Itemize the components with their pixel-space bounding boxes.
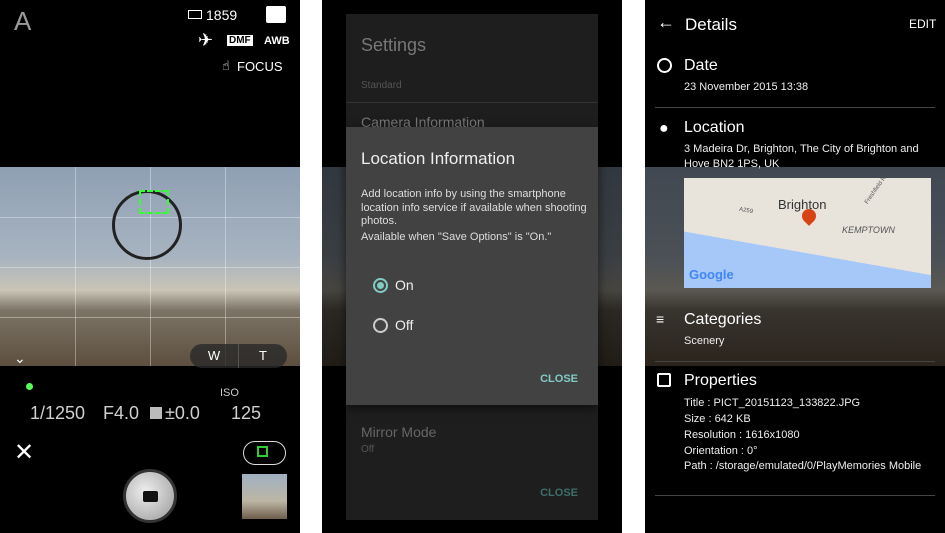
location-dialog-body: Add location info by using the smartphon… (361, 188, 587, 227)
status-dot (26, 383, 33, 390)
exposure-value[interactable]: ±0.0 (165, 403, 200, 424)
camera-screen: A 1859 ✈ DMF AWB ☝ FOCUS ⌄ W T ISO 1/125… (0, 0, 300, 533)
touch-focus-label[interactable]: FOCUS (237, 59, 283, 74)
map-city-label: Brighton (778, 197, 827, 212)
back-arrow-icon[interactable]: ← (657, 12, 675, 33)
chevron-down-icon[interactable]: ⌄ (14, 350, 26, 367)
property-orientation: Orientation : 0° (684, 445, 758, 457)
focus-cancel-button[interactable] (243, 441, 286, 465)
zoom-control[interactable]: W T (190, 344, 287, 368)
google-logo: Google (689, 267, 734, 282)
frame-x-icon (257, 446, 268, 457)
date-title: Date (684, 57, 718, 74)
property-path: Path : /storage/emulated/0/PlayMemories … (684, 460, 922, 472)
mode-indicator: A (14, 6, 32, 36)
location-pin-icon: ● (659, 120, 669, 137)
properties-title: Properties (684, 372, 757, 389)
last-photo-thumbnail[interactable] (242, 474, 287, 519)
memory-card-icon (188, 10, 202, 19)
location-map[interactable]: Brighton KEMPTOWN A259 Freshfield Rd Goo… (684, 178, 931, 288)
categories-value: Scenery (684, 335, 725, 347)
properties-info-icon (657, 373, 671, 387)
categories-icon: ≡ (656, 311, 665, 327)
categories-title: Categories (684, 311, 762, 328)
touch-icon: ☝ (222, 58, 230, 73)
radio-off[interactable] (373, 318, 388, 333)
shots-remaining: 1859 (206, 7, 238, 23)
iso-label: ISO (220, 387, 239, 399)
exposure-icon (150, 407, 162, 419)
property-resolution: Resolution : 1616x1080 (684, 429, 800, 441)
shutter-speed[interactable]: 1/1250 (30, 403, 85, 424)
location-dialog: Location Information Add location info b… (346, 127, 598, 405)
edit-button[interactable]: EDIT (909, 17, 936, 31)
awb-indicator: AWB (264, 35, 290, 47)
mirror-mode-value: Off (361, 444, 375, 455)
gps-satellite-icon: ✈ (198, 30, 214, 50)
clock-icon (657, 58, 672, 73)
details-title: Details (685, 15, 737, 34)
location-dialog-title: Location Information (361, 149, 516, 168)
map-road-label: A259 (738, 206, 754, 216)
radio-on[interactable] (373, 278, 388, 293)
battery-icon (266, 6, 286, 23)
details-screen: ← Details EDIT Date 23 November 2015 13:… (645, 0, 945, 533)
settings-close-button[interactable]: CLOSE (540, 487, 578, 499)
option-off-label[interactable]: Off (395, 317, 413, 333)
properties-list: Title : PICT_20151123_133822.JPG Size : … (684, 395, 924, 473)
map-district-label: KEMPTOWN (842, 225, 895, 235)
focus-frame (139, 190, 169, 214)
location-title: Location (684, 119, 745, 136)
aperture[interactable]: F4.0 (103, 403, 139, 424)
camera-icon (143, 491, 158, 502)
settings-item-value: Standard (361, 80, 402, 91)
location-value: 3 Madeira Dr, Brighton, The City of Brig… (684, 143, 919, 170)
settings-item-mirror-mode[interactable]: Mirror Mode (361, 424, 436, 440)
shutter-button[interactable] (123, 469, 177, 523)
dmf-indicator: DMF (227, 35, 253, 46)
settings-title: Settings (361, 35, 427, 55)
option-on-label[interactable]: On (395, 277, 414, 293)
location-dialog-note: Available when "Save Options" is "On." (361, 231, 552, 243)
property-size: Size : 642 KB (684, 413, 751, 425)
property-title: Title : PICT_20151123_133822.JPG (684, 397, 861, 409)
date-value: 23 November 2015 13:38 (684, 81, 809, 93)
map-street-label: Freshfield Rd (864, 178, 890, 206)
iso-value[interactable]: 125 (231, 403, 261, 424)
settings-screen: Settings Standard Camera Information Mir… (322, 0, 622, 533)
settings-tools-icon[interactable]: ✕ (14, 438, 34, 467)
zoom-wide-button[interactable]: W (190, 344, 239, 368)
location-close-button[interactable]: CLOSE (540, 373, 578, 385)
zoom-tele-button[interactable]: T (239, 344, 287, 368)
